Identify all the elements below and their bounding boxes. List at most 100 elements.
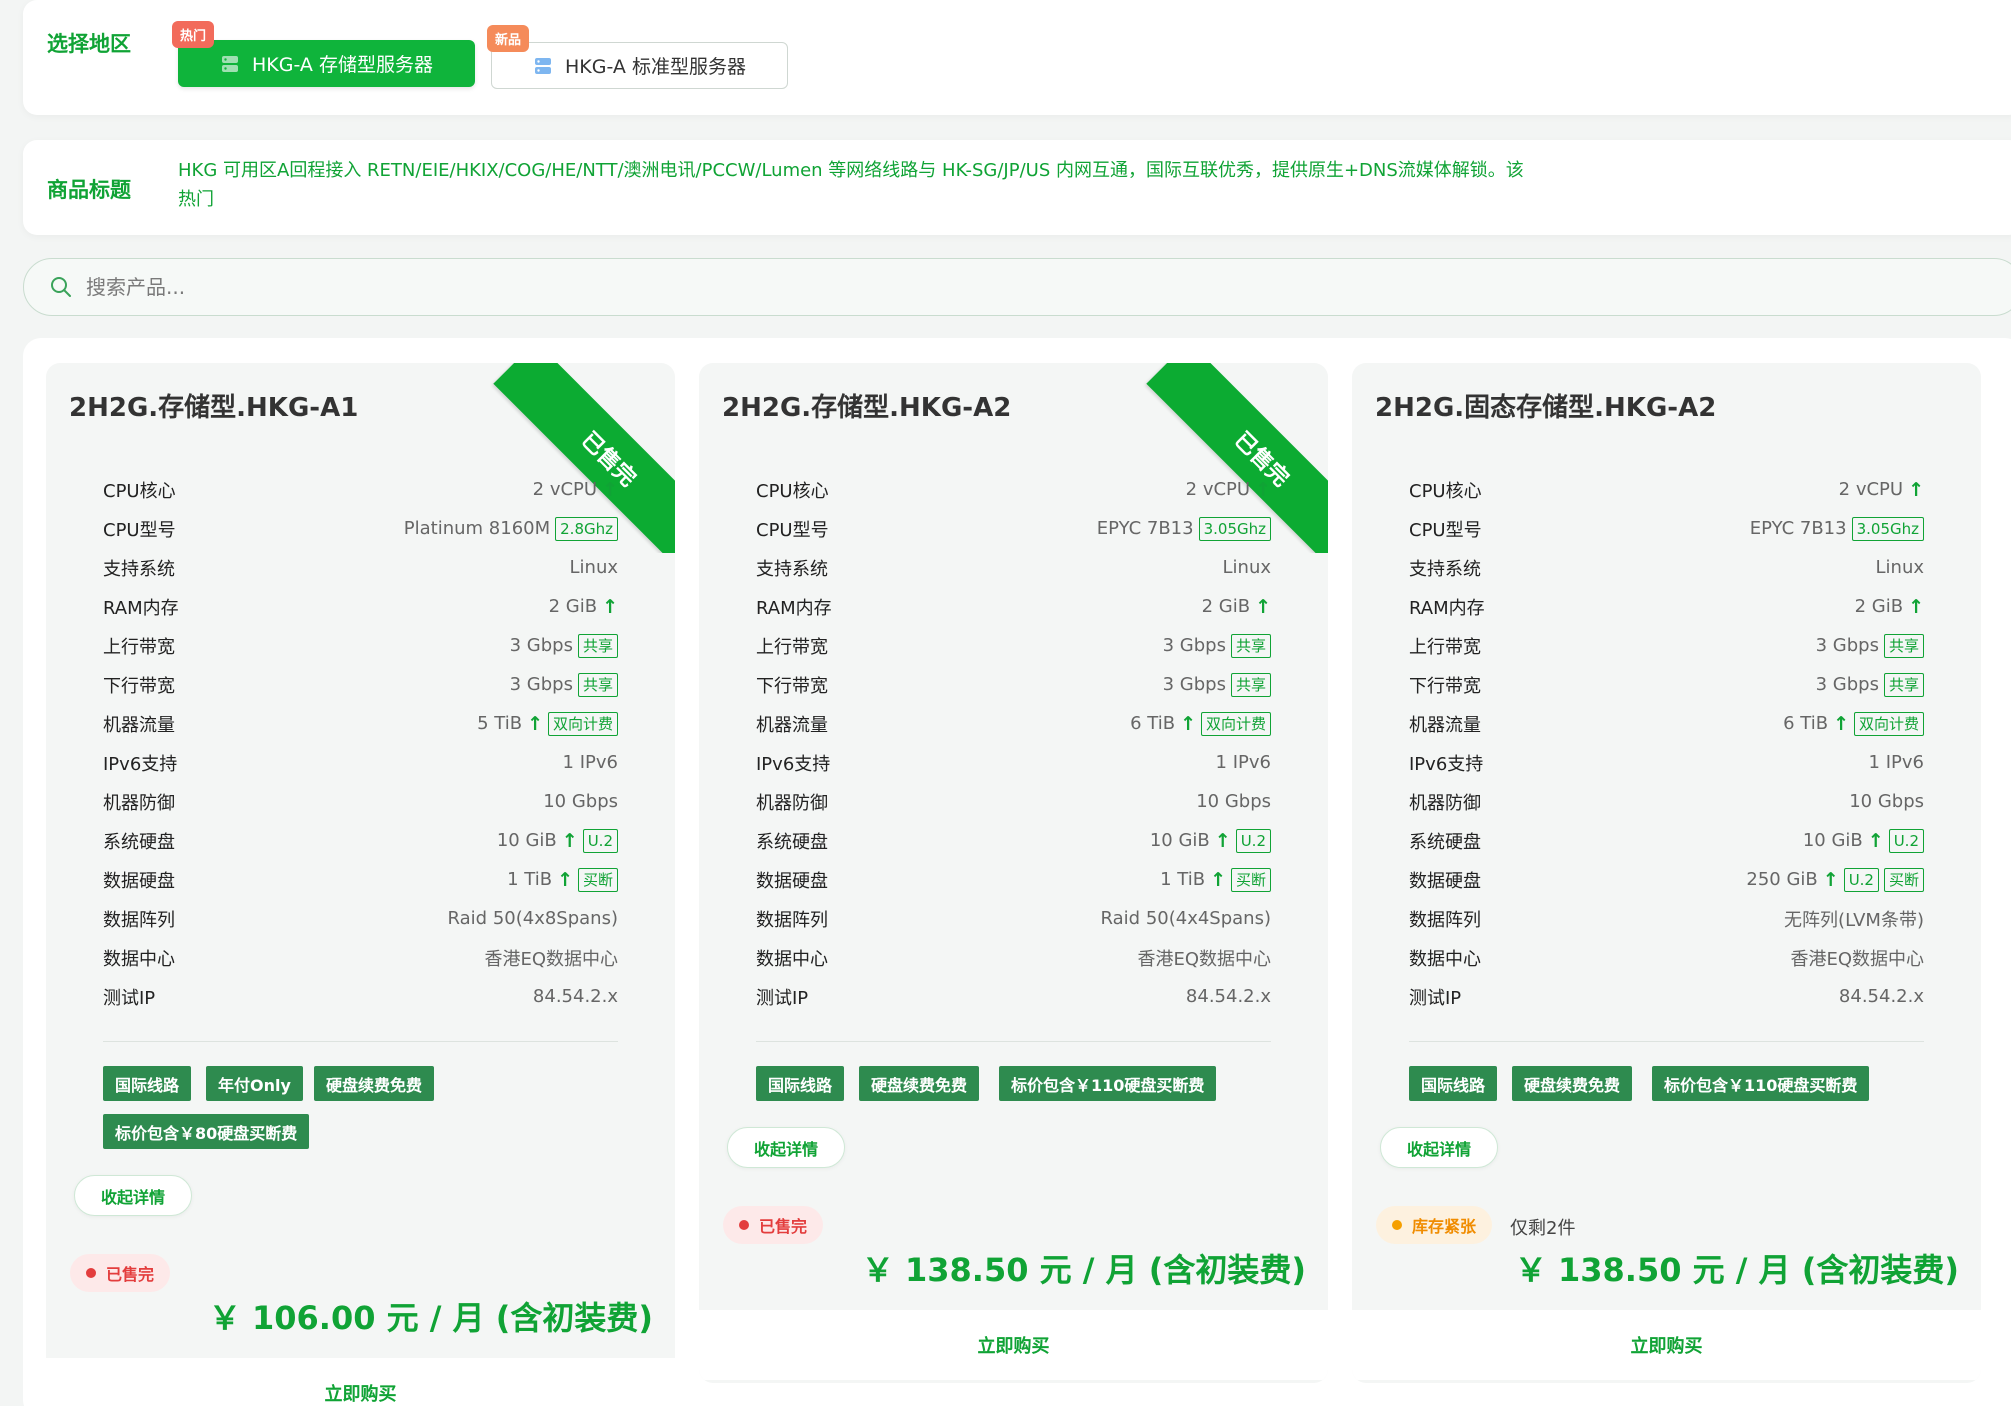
- spec-key: 数据中心: [1409, 948, 1481, 970]
- spec-tag: U.2: [1888, 828, 1924, 853]
- spec-value-group: Platinum 8160M 2.8Ghz: [403, 516, 618, 541]
- spec-tag: 双向计费: [1200, 711, 1271, 736]
- spec-value-group: Linux: [1876, 557, 1925, 578]
- product-title-panel: 商品标题 HKG 可用区A回程接入 RETN/EIE/HKIX/COG/HE/N…: [23, 140, 2011, 235]
- feature-tag: 硬盘续费免费: [859, 1066, 980, 1101]
- spec-value-group: Raid 50(4x8Spans): [448, 908, 618, 929]
- spec-value-group: Linux: [1223, 557, 1272, 578]
- status-label: 库存紧张: [1412, 1217, 1477, 1236]
- spec-row: 支持系统 Linux: [103, 548, 618, 587]
- product-name: 2H2G.存储型.HKG-A2: [722, 393, 1012, 423]
- spec-value: 1 IPv6: [1215, 752, 1271, 773]
- spec-value: 6 TiB: [1783, 713, 1829, 734]
- feature-tag: 硬盘续费免费: [314, 1066, 435, 1101]
- spec-value-group: 香港EQ数据中心: [484, 945, 618, 971]
- status-badge: 已售完: [70, 1254, 171, 1292]
- region-option-storage[interactable]: HKG-A 存储型服务器: [178, 40, 475, 87]
- spec-key: 数据中心: [756, 948, 828, 970]
- spec-row: 测试IP 84.54.2.x: [756, 977, 1271, 1016]
- spec-value-group: 10 Gbps: [1849, 791, 1924, 812]
- collapse-details-button[interactable]: 收起详情: [727, 1127, 845, 1168]
- spec-row: 数据硬盘 1 TiB ↑ 买断: [756, 860, 1271, 899]
- spec-value: Raid 50(4x4Spans): [1100, 908, 1271, 929]
- spec-row: 数据中心 香港EQ数据中心: [756, 938, 1271, 977]
- spec-row: 下行带宽 3 Gbps 共享: [1409, 665, 1924, 704]
- spec-value: Platinum 8160M: [403, 518, 551, 539]
- spec-row: IPv6支持 1 IPv6: [103, 743, 618, 782]
- status-dot-icon: [739, 1220, 749, 1230]
- spec-row: 系统硬盘 10 GiB ↑ U.2: [103, 821, 618, 860]
- spec-key: 下行带宽: [103, 675, 175, 697]
- spec-value: Linux: [569, 557, 619, 578]
- spec-key: 机器防御: [1409, 792, 1481, 814]
- product-card-3: 2H2G.固态存储型.HKG-A2 国际线路 硬盘续费免费 标价包含￥110硬盘…: [1352, 363, 1981, 1383]
- upgrade-arrow-icon: ↑: [1833, 712, 1849, 735]
- spec-key: 数据硬盘: [1409, 870, 1481, 892]
- spec-value: 1 IPv6: [1868, 752, 1924, 773]
- spec-value: 10 Gbps: [543, 791, 618, 812]
- upgrade-arrow-icon: ↑: [561, 829, 578, 852]
- spec-value-group: 3 Gbps 共享: [1163, 672, 1271, 697]
- spec-row: 上行带宽 3 Gbps 共享: [756, 626, 1271, 665]
- product-title-label: 商品标题: [47, 178, 131, 202]
- spec-value: EPYC 7B13: [1096, 518, 1194, 539]
- spec-value-group: 250 GiB ↑ U.2 买断: [1746, 867, 1924, 892]
- spec-key: 机器流量: [103, 714, 175, 736]
- spec-tag: 买断: [577, 867, 618, 892]
- spec-value-group: 3 Gbps 共享: [1816, 672, 1924, 697]
- spec-key: IPv6支持: [103, 753, 178, 775]
- feature-tag: 年付Only: [206, 1066, 303, 1101]
- divider: [103, 1041, 618, 1042]
- spec-row: CPU核心 2 vCPU ↑: [756, 470, 1271, 509]
- spec-key: 数据阵列: [1409, 909, 1481, 931]
- product-card-2: 2H2G.存储型.HKG-A2 已售完 国际线路 硬盘续费免费 标价包含￥110…: [699, 363, 1328, 1383]
- spec-key: 上行带宽: [1409, 636, 1481, 658]
- spec-tag: 共享: [1230, 633, 1271, 658]
- collapse-details-button[interactable]: 收起详情: [74, 1175, 192, 1216]
- spec-row: 测试IP 84.54.2.x: [103, 977, 618, 1016]
- spec-value: Linux: [1875, 557, 1925, 578]
- spec-value-group: 2 vCPU ↑: [1186, 479, 1271, 501]
- spec-value-group: 2 vCPU ↑: [533, 479, 618, 501]
- spec-value: Linux: [1222, 557, 1272, 578]
- spec-row: 下行带宽 3 Gbps 共享: [103, 665, 618, 704]
- region-option-standard[interactable]: HKG-A 标准型服务器: [491, 42, 788, 89]
- spec-key: 支持系统: [1409, 558, 1481, 580]
- spec-tag: 买断: [1883, 867, 1924, 892]
- spec-value: 10 Gbps: [1196, 791, 1271, 812]
- spec-value-group: EPYC 7B13 3.05Ghz: [1096, 516, 1271, 541]
- collapse-details-button[interactable]: 收起详情: [1380, 1127, 1498, 1168]
- database-icon: [220, 54, 240, 74]
- search-bar[interactable]: [23, 258, 2011, 316]
- spec-row: 测试IP 84.54.2.x: [1409, 977, 1924, 1016]
- spec-value: 10 Gbps: [1849, 791, 1924, 812]
- spec-row: 系统硬盘 10 GiB ↑ U.2: [1409, 821, 1924, 860]
- spec-key: CPU核心: [756, 480, 829, 502]
- spec-value-group: 84.54.2.x: [1186, 986, 1271, 1007]
- feature-tag: 标价包含￥110硬盘买断费: [999, 1066, 1217, 1101]
- spec-row: 机器流量 6 TiB ↑ 双向计费: [756, 704, 1271, 743]
- spec-value-group: 10 GiB ↑ U.2: [497, 828, 618, 853]
- spec-value-group: 香港EQ数据中心: [1790, 945, 1924, 971]
- spec-row: CPU型号 EPYC 7B13 3.05Ghz: [756, 509, 1271, 548]
- search-input[interactable]: [86, 275, 686, 299]
- spec-tag: U.2: [582, 828, 618, 853]
- buy-now-button[interactable]: 立即购买: [699, 1310, 1328, 1380]
- spec-key: RAM内存: [1409, 597, 1485, 619]
- region-label: 选择地区: [47, 32, 131, 56]
- price: ￥ 106.00 元 / 月 (含初装费): [208, 1299, 653, 1337]
- buy-now-button[interactable]: 立即购买: [1352, 1310, 1981, 1380]
- buy-now-button[interactable]: 立即购买: [46, 1358, 675, 1406]
- feature-tag: 标价包含￥110硬盘买断费: [1652, 1066, 1870, 1101]
- spec-value-group: 2 GiB ↑: [1855, 596, 1924, 618]
- upgrade-arrow-icon: ↑: [1210, 868, 1226, 891]
- status-badge: 已售完: [723, 1206, 824, 1244]
- spec-row: 数据阵列 无阵列(LVM条带): [1409, 899, 1924, 938]
- feature-tag: 国际线路: [1409, 1066, 1498, 1101]
- region-option-storage-label: HKG-A 存储型服务器: [252, 54, 433, 76]
- spec-value-group: 5 TiB ↑ 双向计费: [477, 711, 618, 736]
- spec-row: 机器防御 10 Gbps: [1409, 782, 1924, 821]
- spec-value: 香港EQ数据中心: [1790, 948, 1924, 970]
- spec-value-group: 2 GiB ↑: [1202, 596, 1271, 618]
- spec-row: CPU核心 2 vCPU ↑: [1409, 470, 1924, 509]
